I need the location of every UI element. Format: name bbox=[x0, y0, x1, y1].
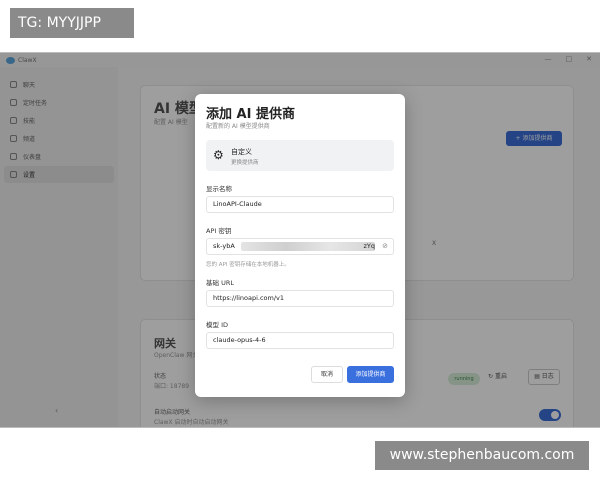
model-id-label: 模型 ID bbox=[206, 321, 228, 329]
redacted-key bbox=[241, 242, 375, 251]
cancel-button[interactable]: 取消 bbox=[311, 366, 343, 383]
display-name-label: 显示名称 bbox=[206, 185, 232, 193]
model-id-input[interactable]: claude-opus-4-6 bbox=[206, 332, 394, 349]
base-url-label: 基础 URL bbox=[206, 279, 234, 287]
api-key-prefix: sk-ybA bbox=[213, 242, 235, 250]
watermark-bottom: www.stephenbaucom.com bbox=[375, 441, 589, 470]
provider-selector[interactable]: ⚙ 自定义 更换提供商 bbox=[206, 140, 394, 171]
api-key-hint: 您的 API 密钥存储在本地机器上。 bbox=[206, 262, 290, 268]
watermark-top: TG: MYYJJPP bbox=[10, 8, 134, 38]
base-url-input[interactable]: https://linoapi.com/v1 bbox=[206, 290, 394, 307]
dialog-title: 添加 AI 提供商 bbox=[206, 107, 295, 122]
api-key-input[interactable]: sk-ybA zYq ⊘ bbox=[206, 238, 394, 255]
dialog-subtitle: 配置新的 AI 模型提供商 bbox=[206, 123, 270, 130]
api-key-suffix: zYq bbox=[363, 242, 375, 250]
eye-off-icon[interactable]: ⊘ bbox=[382, 239, 388, 254]
display-name-input[interactable]: LinoAPI-Claude bbox=[206, 196, 394, 213]
api-key-label: API 密钥 bbox=[206, 227, 232, 235]
change-provider-link[interactable]: 更换提供商 bbox=[231, 158, 259, 166]
add-provider-submit-button[interactable]: 添加提供商 bbox=[347, 366, 394, 383]
provider-name: 自定义 bbox=[231, 148, 252, 156]
gear-icon: ⚙ bbox=[213, 148, 224, 162]
app-window: ClawX — □ ✕ 聊天 定时任务 技能 频道 仪表盘 设置 ‹ AI 模型… bbox=[0, 52, 600, 428]
add-provider-dialog: 添加 AI 提供商 配置新的 AI 模型提供商 ⚙ 自定义 更换提供商 显示名称… bbox=[195, 94, 405, 397]
